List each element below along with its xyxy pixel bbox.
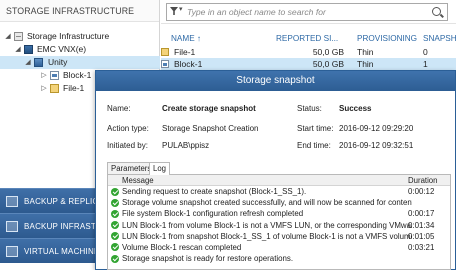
- tree-item-emc-vnx[interactable]: ◢ EMC VNX(e): [0, 43, 160, 56]
- tree-item-label: File-1: [63, 83, 85, 93]
- emc-vnx-icon: [24, 45, 33, 54]
- row-name: File-1: [174, 47, 196, 57]
- action-type-label: Action type:: [107, 124, 149, 133]
- log-message: Sending request to create snapshot (Bloc…: [122, 187, 307, 196]
- success-icon: [111, 221, 119, 230]
- backup-infrastructure-icon: [6, 221, 18, 232]
- tree-item-label: Block-1: [63, 70, 92, 80]
- log-duration: 0:01:34: [408, 220, 435, 230]
- pane-header: STORAGE INFRASTRUCTURE: [0, 0, 159, 22]
- log-row: Storage volume snapshot created successf…: [108, 197, 450, 208]
- nav-button-label: VIRTUAL MACHINES: [24, 247, 105, 256]
- log-message: Storage volume snapshot created successf…: [122, 198, 412, 208]
- log-message: Volume Block-1 rescan completed: [122, 242, 242, 252]
- list-row[interactable]: Block-1 50,0 GB Thin 1: [161, 58, 456, 70]
- success-icon: [111, 198, 119, 207]
- expand-arrow-icon[interactable]: ▷: [40, 69, 48, 82]
- success-icon: [111, 254, 119, 263]
- log-duration: 0:00:12: [408, 187, 435, 196]
- file-share-icon: [50, 84, 59, 93]
- tree-item-storage-infrastructure[interactable]: ◢ Storage Infrastructure: [0, 30, 160, 43]
- unity-array-icon: [34, 58, 43, 67]
- storage-infrastructure-icon: [14, 32, 23, 41]
- log-message: File system Block-1 configuration refres…: [122, 209, 304, 219]
- column-header-message[interactable]: Message: [122, 175, 154, 186]
- storage-snapshot-dialog: Storage snapshot Name: Create storage sn…: [95, 70, 456, 270]
- end-time-value: 2016-09-12 09:32:51: [339, 141, 414, 150]
- row-size: 50,0 GB: [312, 59, 344, 69]
- log-duration: 0:01:05: [408, 231, 435, 241]
- log-duration: 0:03:21: [408, 242, 435, 252]
- search-icon[interactable]: [432, 7, 441, 16]
- row-snapshots: 0: [423, 47, 428, 57]
- end-time-label: End time:: [297, 141, 331, 150]
- log-message: Storage snapshot is ready for restore op…: [122, 254, 294, 264]
- list-row[interactable]: File-1 50,0 GB Thin 0: [161, 46, 456, 58]
- object-list: NAME ↑ REPORTED SI... PROVISIONING SNAPS…: [161, 32, 456, 70]
- log-row: LUN Block-1 from volume Block-1 is not a…: [108, 220, 450, 231]
- status-value: Success: [339, 104, 372, 113]
- expand-arrow-icon[interactable]: ▷: [40, 82, 48, 95]
- tab-log[interactable]: Log: [149, 162, 171, 175]
- collapse-arrow-icon[interactable]: ◢: [14, 43, 22, 56]
- row-provisioning: Thin: [357, 59, 374, 69]
- column-header-duration[interactable]: Duration: [408, 175, 437, 186]
- success-icon: [111, 187, 119, 196]
- tree-item-label: Storage Infrastructure: [27, 31, 110, 41]
- status-label: Status:: [297, 104, 322, 113]
- row-provisioning: Thin: [357, 47, 374, 57]
- file-share-icon: [161, 48, 169, 56]
- start-time-label: Start time:: [297, 124, 334, 133]
- backup-replication-icon: [6, 196, 18, 207]
- column-header-name[interactable]: NAME ↑: [171, 32, 201, 46]
- log-message: LUN Block-1 from snapshot Block-1_SS_1 o…: [122, 231, 412, 241]
- log-row: Volume Block-1 rescan completed 0:03:21: [108, 242, 450, 253]
- tree-item-label: EMC VNX(e): [37, 44, 87, 54]
- success-icon: [111, 209, 119, 218]
- virtual-machines-icon: [6, 246, 18, 257]
- name-value: Create storage snapshot: [162, 104, 256, 113]
- column-header-reported-size[interactable]: REPORTED SI...: [276, 32, 338, 46]
- list-header: NAME ↑ REPORTED SI... PROVISIONING SNAPS…: [161, 32, 456, 46]
- log-row: LUN Block-1 from snapshot Block-1_SS_1 o…: [108, 231, 450, 242]
- collapse-arrow-icon[interactable]: ◢: [24, 56, 32, 69]
- row-name: Block-1: [174, 59, 203, 69]
- dialog-body: Name: Create storage snapshot Status: Su…: [96, 91, 455, 270]
- dialog-title: Storage snapshot: [96, 71, 455, 91]
- column-header-provisioning[interactable]: PROVISIONING: [357, 32, 417, 46]
- success-icon: [111, 232, 119, 241]
- column-header-snapshots[interactable]: SNAPSHO: [423, 32, 456, 46]
- lun-icon: [50, 71, 59, 80]
- initiated-by-label: Initiated by:: [107, 141, 148, 150]
- row-size: 50,0 GB: [312, 47, 344, 57]
- name-label: Name:: [107, 104, 131, 113]
- log-table: Message Duration Sending request to crea…: [107, 174, 451, 270]
- search-bar: [161, 0, 456, 24]
- initiated-by-value: PULAB\ppisz: [162, 141, 210, 150]
- row-snapshots: 1: [423, 59, 428, 69]
- search-input[interactable]: [187, 5, 423, 19]
- start-time-value: 2016-09-12 09:29:20: [339, 124, 414, 133]
- tree-item-label: Unity: [48, 57, 68, 67]
- search-box: [166, 3, 448, 21]
- action-type-value: Storage Snapshot Creation: [162, 124, 259, 133]
- log-message: LUN Block-1 from volume Block-1 is not a…: [122, 220, 412, 230]
- collapse-arrow-icon[interactable]: ◢: [4, 30, 12, 43]
- lun-icon: [161, 60, 169, 68]
- log-row: File system Block-1 configuration refres…: [108, 208, 450, 219]
- log-duration: 0:00:17: [408, 209, 435, 219]
- tree-item-unity[interactable]: ◢ Unity: [0, 56, 160, 69]
- success-icon: [111, 243, 119, 252]
- log-row: Storage snapshot is ready for restore op…: [108, 253, 450, 264]
- log-row: Sending request to create snapshot (Bloc…: [108, 186, 450, 197]
- log-header: Message Duration: [108, 175, 450, 186]
- filter-dropdown-icon[interactable]: [170, 5, 184, 17]
